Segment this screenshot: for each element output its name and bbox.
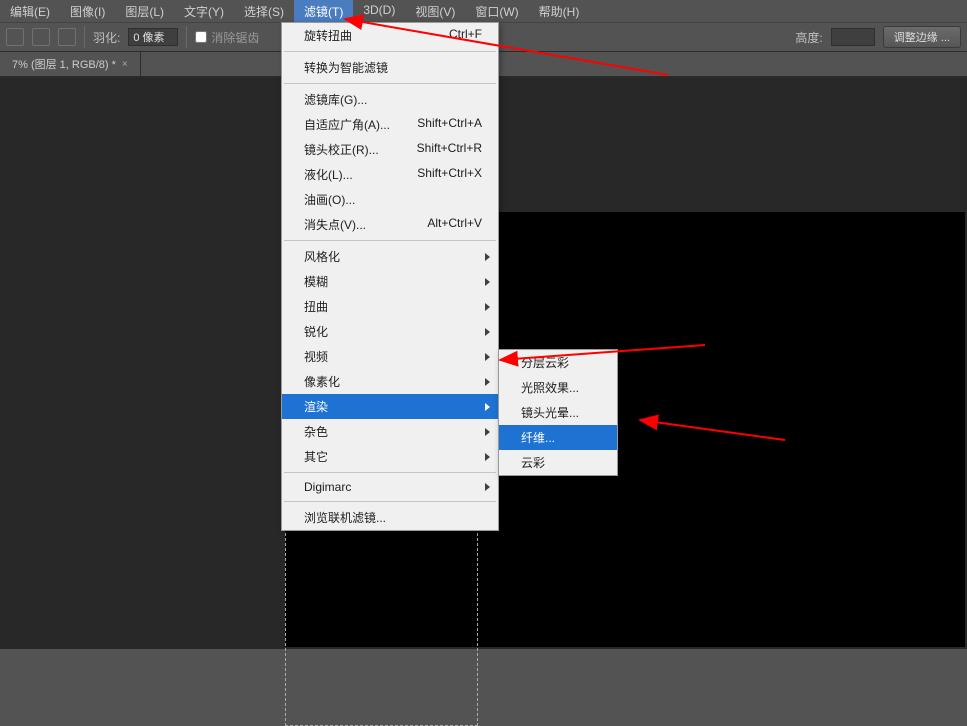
menu-item-label: 旋转扭曲 [304,27,352,44]
render-submenu-item[interactable]: 光照效果... [499,375,617,400]
menubar-item-3[interactable]: 文字(Y) [174,0,234,22]
height-input[interactable] [831,28,875,46]
menu-item-shortcut: Ctrl+F [449,27,482,44]
antialias-checkbox[interactable]: 消除锯齿 [195,29,259,46]
menu-item-label: 风格化 [304,248,340,265]
menubar-item-2[interactable]: 图层(L) [115,0,174,22]
selection-mode-new-icon[interactable] [6,28,24,46]
chevron-right-icon [485,353,490,361]
menu-item-label: 液化(L)... [304,166,353,183]
feather-input[interactable] [128,28,178,46]
menu-item-label: 消失点(V)... [304,216,366,233]
menu-item-label: Digimarc [304,480,351,494]
menu-item-label: 转换为智能滤镜 [304,59,388,76]
filter-menu-item[interactable]: 锐化 [282,319,498,344]
close-icon[interactable]: × [122,59,128,70]
render-submenu-item[interactable]: 云彩 [499,450,617,475]
filter-menu-item[interactable]: 视频 [282,344,498,369]
chevron-right-icon [485,253,490,261]
filter-menu-item[interactable]: 消失点(V)... Alt+Ctrl+V [282,212,498,237]
menubar-item-6[interactable]: 3D(D) [353,0,405,22]
chevron-right-icon [485,453,490,461]
menu-item-label: 渲染 [304,398,328,415]
menubar-item-7[interactable]: 视图(V) [405,0,465,22]
menubar-item-8[interactable]: 窗口(W) [465,0,528,22]
menu-item-shortcut: Alt+Ctrl+V [427,216,482,233]
filter-menu-item[interactable]: 浏览联机滤镜... [282,505,498,530]
menu-item-label: 扭曲 [304,298,328,315]
menu-separator [284,240,496,241]
height-label: 高度: [795,29,822,46]
filter-menu-item[interactable]: 扭曲 [282,294,498,319]
menubar: 编辑(E)图像(I)图层(L)文字(Y)选择(S)滤镜(T)3D(D)视图(V)… [0,0,967,22]
menu-item-shortcut: Shift+Ctrl+R [417,141,482,158]
menu-item-label: 浏览联机滤镜... [304,509,386,526]
antialias-check-input[interactable] [195,31,207,43]
document-tab-title: 7% (图层 1, RGB/8) * [12,56,116,72]
chevron-right-icon [485,378,490,386]
filter-menu: 旋转扭曲 Ctrl+F 转换为智能滤镜滤镜库(G)... 自适应广角(A)... Shi… [281,22,499,531]
menu-item-label: 油画(O)... [304,191,355,208]
menu-item-label: 镜头校正(R)... [304,141,379,158]
filter-menu-item[interactable]: 模糊 [282,269,498,294]
menu-item-shortcut: Shift+Ctrl+X [417,166,482,183]
document-tab[interactable]: 7% (图层 1, RGB/8) * × [0,52,141,76]
menubar-item-0[interactable]: 编辑(E) [0,0,60,22]
separator [186,26,187,48]
menu-item-label: 锐化 [304,323,328,340]
chevron-right-icon [485,278,490,286]
menubar-item-5[interactable]: 滤镜(T) [294,0,353,22]
filter-menu-item[interactable]: 旋转扭曲 Ctrl+F [282,23,498,48]
menubar-item-1[interactable]: 图像(I) [60,0,115,22]
menu-item-shortcut: Shift+Ctrl+A [417,116,482,133]
filter-menu-item[interactable]: 像素化 [282,369,498,394]
filter-menu-item[interactable]: Digimarc [282,476,498,498]
feather-label: 羽化: [93,29,120,46]
render-submenu-item[interactable]: 镜头光晕... [499,400,617,425]
menu-item-label: 自适应广角(A)... [304,116,390,133]
menu-item-label: 杂色 [304,423,328,440]
chevron-right-icon [485,303,490,311]
menu-item-label: 滤镜库(G)... [304,91,367,108]
filter-menu-item[interactable]: 杂色 [282,419,498,444]
menu-separator [284,501,496,502]
chevron-right-icon [485,328,490,336]
filter-menu-item[interactable]: 渲染 [282,394,498,419]
menu-item-label: 像素化 [304,373,340,390]
render-submenu-item[interactable]: 纤维... [499,425,617,450]
render-submenu-item[interactable]: 分层云彩 [499,350,617,375]
selection-mode-subtract-icon[interactable] [58,28,76,46]
menu-item-label: 模糊 [304,273,328,290]
chevron-right-icon [485,428,490,436]
filter-menu-item[interactable]: 油画(O)... [282,187,498,212]
render-submenu: 分层云彩光照效果...镜头光晕...纤维...云彩 [498,349,618,476]
menubar-item-4[interactable]: 选择(S) [234,0,294,22]
menu-separator [284,51,496,52]
refine-edge-button[interactable]: 调整边缘 ... [883,26,961,48]
filter-menu-item[interactable]: 风格化 [282,244,498,269]
filter-menu-item[interactable]: 转换为智能滤镜 [282,55,498,80]
menu-separator [284,83,496,84]
menubar-item-9[interactable]: 帮助(H) [529,0,590,22]
selection-mode-add-icon[interactable] [32,28,50,46]
menu-item-label: 其它 [304,448,328,465]
filter-menu-item[interactable]: 镜头校正(R)... Shift+Ctrl+R [282,137,498,162]
filter-menu-item[interactable]: 滤镜库(G)... [282,87,498,112]
separator [84,26,85,48]
menu-item-label: 视频 [304,348,328,365]
chevron-right-icon [485,483,490,491]
chevron-right-icon [485,403,490,411]
filter-menu-item[interactable]: 其它 [282,444,498,469]
antialias-label: 消除锯齿 [211,29,259,46]
filter-menu-item[interactable]: 液化(L)... Shift+Ctrl+X [282,162,498,187]
menu-separator [284,472,496,473]
filter-menu-item[interactable]: 自适应广角(A)... Shift+Ctrl+A [282,112,498,137]
